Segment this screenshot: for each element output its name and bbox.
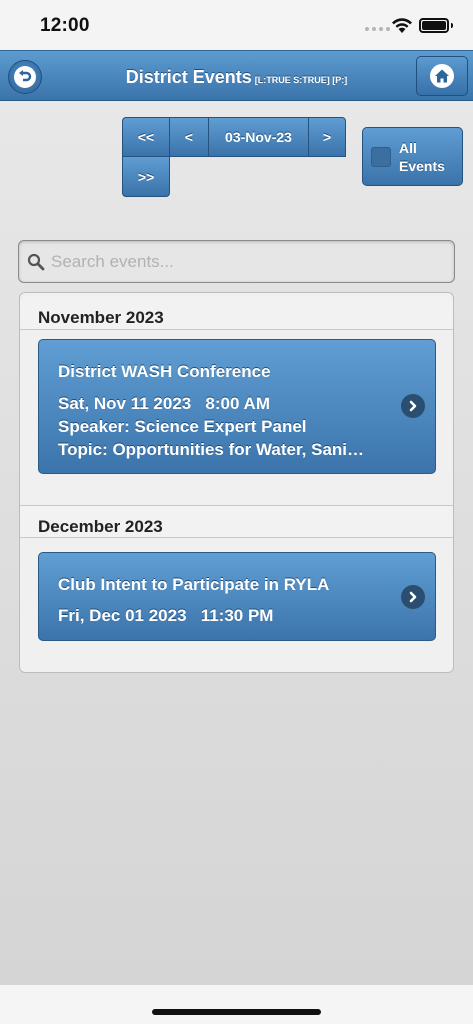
list-divider-november: November 2023 — [20, 297, 453, 330]
next-button[interactable]: > — [308, 117, 346, 157]
list-divider-label: December 2023 — [38, 517, 163, 536]
home-button[interactable] — [416, 56, 468, 96]
event-datetime: Sat, Nov 11 2023 8:00 AM — [58, 394, 270, 413]
search-box[interactable] — [18, 240, 455, 283]
events-list: November 2023 District WASH Conference S… — [19, 292, 454, 673]
home-icon — [430, 64, 454, 88]
screen: 12:00 District Events [L:TRUE S:TRUE] [P:… — [0, 0, 473, 1024]
first-button[interactable]: << — [122, 117, 170, 157]
chevron-right-icon — [401, 394, 425, 418]
page-title: District Events [L:TRUE S:TRUE] [P:] — [0, 67, 473, 88]
event-topic: Topic: Opportunities for Water, Sani… — [58, 440, 365, 459]
home-indicator[interactable] — [152, 1009, 321, 1015]
list-divider-december: December 2023 — [20, 505, 453, 538]
wifi-icon — [392, 18, 412, 33]
chevron-right-icon — [401, 585, 425, 609]
event-title: District WASH Conference — [58, 362, 271, 381]
all-events-checkbox[interactable] — [371, 146, 391, 167]
all-events-label-line2: Events — [399, 157, 445, 174]
header-bar: District Events [L:TRUE S:TRUE] [P:] — [0, 50, 473, 101]
battery-icon — [419, 18, 449, 33]
all-events-label-line1: All — [399, 139, 417, 156]
all-events-label: All Events — [399, 139, 445, 175]
event-datetime: Fri, Dec 01 2023 11:30 PM — [58, 606, 274, 625]
search-icon — [27, 253, 45, 271]
page-title-text: District Events — [125, 67, 252, 87]
battery-tip — [451, 23, 453, 28]
previous-button[interactable]: < — [169, 117, 209, 157]
event-title: Club Intent to Participate in RYLA — [58, 575, 330, 594]
event-item[interactable]: Club Intent to Participate in RYLA Fri, … — [38, 552, 436, 641]
event-speaker: Speaker: Science Expert Panel — [58, 417, 307, 436]
search-input[interactable] — [51, 246, 446, 278]
list-divider-label: November 2023 — [38, 308, 164, 327]
current-date-button[interactable]: 03-Nov-23 — [208, 117, 309, 157]
bottom-bar — [0, 985, 473, 1024]
status-bar: 12:00 — [0, 0, 473, 50]
page-title-meta: [L:TRUE S:TRUE] [P:] — [254, 75, 348, 85]
last-button[interactable]: >> — [122, 156, 170, 197]
status-time: 12:00 — [40, 15, 90, 36]
event-item[interactable]: District WASH Conference Sat, Nov 11 202… — [38, 339, 436, 474]
all-events-toggle[interactable]: All Events — [362, 127, 463, 186]
cellular-signal-icon — [365, 27, 390, 31]
